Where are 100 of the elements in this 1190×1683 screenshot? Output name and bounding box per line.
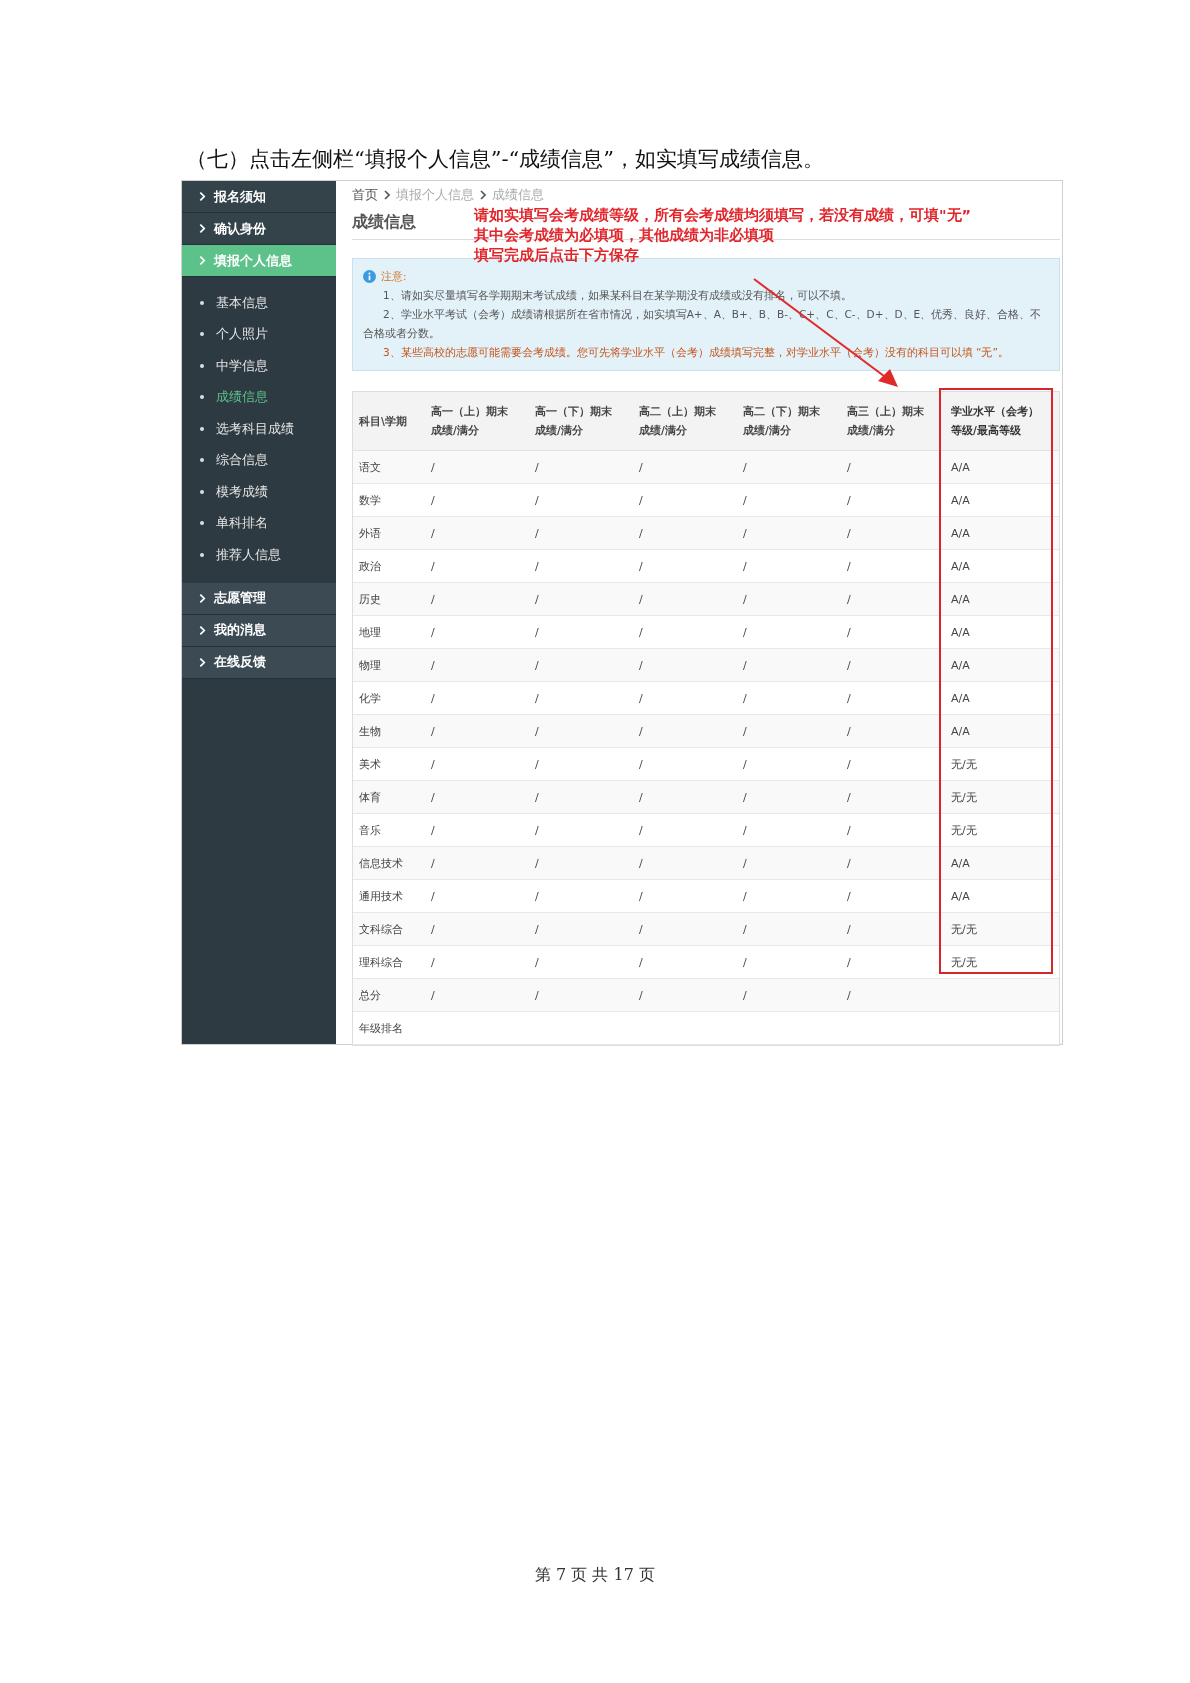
table-cell: / (431, 625, 435, 639)
breadcrumb-link[interactable]: 首页 (352, 186, 378, 204)
chevron-icon (199, 223, 206, 234)
table-cell: A/A (951, 691, 970, 705)
column-header: 高一（上）期末 成绩/满分 (431, 404, 508, 438)
table-cell: / (431, 790, 435, 804)
chevron-icon (384, 190, 390, 200)
table-cell: / (639, 658, 643, 672)
bullet-icon (200, 426, 204, 431)
table-cell: 生物 (359, 723, 381, 739)
table-cell: / (535, 559, 539, 573)
table-cell: / (535, 493, 539, 507)
sidebar-subitem[interactable]: 选考科目成绩 (182, 413, 336, 445)
chevron-icon (480, 190, 486, 200)
table-cell: / (847, 856, 851, 870)
table-cell: / (639, 724, 643, 738)
table-cell: / (847, 955, 851, 969)
table-cell: A/A (951, 889, 970, 903)
sidebar-item[interactable]: 确认身份 (182, 213, 336, 245)
bullet-icon (200, 489, 204, 494)
table-cell: / (743, 922, 747, 936)
table-cell: / (847, 559, 851, 573)
table-cell: A/A (951, 856, 970, 870)
table-cell: / (431, 526, 435, 540)
table-cell: 无/无 (951, 954, 977, 970)
sidebar-subitem[interactable]: 中学信息 (182, 350, 336, 382)
sidebar-subitem[interactable]: 模考成绩 (182, 476, 336, 508)
table-cell: / (743, 790, 747, 804)
table-cell: 总分 (359, 987, 381, 1003)
table-cell: 美术 (359, 756, 381, 772)
table-cell: / (535, 922, 539, 936)
table-cell: / (743, 823, 747, 837)
table-cell: / (639, 592, 643, 606)
table-cell: / (847, 526, 851, 540)
table-cell: A/A (951, 493, 970, 507)
bullet-icon (200, 395, 204, 400)
table-cell: 信息技术 (359, 855, 403, 871)
table-cell: / (535, 889, 539, 903)
table-cell: A/A (951, 625, 970, 639)
sidebar-subitem[interactable]: 单科排名 (182, 507, 336, 539)
table-cell: 地理 (359, 624, 381, 640)
table-cell: 数学 (359, 492, 381, 508)
page-number: 第 7 页 共 17 页 (534, 1565, 656, 1586)
table-cell: A/A (951, 658, 970, 672)
annotation-text: 请如实填写会考成绩等级，所有会考成绩均须填写，若没有成绩，可填"无” (474, 206, 972, 225)
table-cell: A/A (951, 724, 970, 738)
sidebar-item[interactable]: 在线反馈 (182, 646, 336, 679)
table-cell: / (431, 757, 435, 771)
chevron-icon (199, 656, 206, 668)
table-cell: / (847, 922, 851, 936)
table-cell: / (639, 460, 643, 474)
table-cell: / (535, 823, 539, 837)
table-cell: 无/无 (951, 756, 977, 772)
column-header: 科目\学期 (359, 413, 407, 429)
table-cell: / (639, 691, 643, 705)
table-cell: / (639, 922, 643, 936)
table-cell: / (431, 559, 435, 573)
sidebar-item[interactable]: 我的消息 (182, 614, 336, 647)
table-cell: 文科综合 (359, 921, 403, 937)
bullet-icon (200, 332, 204, 337)
table-cell: / (431, 823, 435, 837)
table-cell: / (431, 922, 435, 936)
table-cell: 历史 (359, 591, 381, 607)
column-header: 高三（上）期末 成绩/满分 (847, 404, 924, 438)
table-cell: 无/无 (951, 789, 977, 805)
bullet-icon (200, 521, 204, 526)
table-cell: 理科综合 (359, 954, 403, 970)
sidebar-item[interactable]: 志愿管理 (182, 582, 336, 615)
table-cell: / (639, 757, 643, 771)
table-cell: / (743, 592, 747, 606)
table-cell: 通用技术 (359, 888, 403, 904)
column-header: 高一（下）期末 成绩/满分 (535, 404, 612, 438)
table-cell: / (639, 823, 643, 837)
sidebar-subitem[interactable]: 基本信息 (182, 287, 336, 319)
table-cell: / (847, 790, 851, 804)
table-cell: / (743, 559, 747, 573)
table-cell: / (535, 592, 539, 606)
table-cell: / (639, 889, 643, 903)
table-cell: / (431, 493, 435, 507)
instruction-heading: （七）点击左侧栏“填报个人信息”-“成绩信息”，如实填写成绩信息。 (186, 146, 825, 173)
sidebar-subitem[interactable]: 个人照片 (182, 318, 336, 350)
table-cell: / (743, 625, 747, 639)
table-cell: / (743, 493, 747, 507)
sidebar-subitem[interactable]: 推荐人信息 (182, 539, 336, 571)
table-cell: / (639, 790, 643, 804)
table-cell: / (535, 790, 539, 804)
table-cell: / (535, 691, 539, 705)
column-header: 高二（上）期末 成绩/满分 (639, 404, 716, 438)
sidebar-item[interactable]: 报名须知 (182, 181, 336, 213)
table-cell: 无/无 (951, 921, 977, 937)
table-cell: 外语 (359, 525, 381, 541)
table-cell: / (743, 889, 747, 903)
table-cell: / (639, 493, 643, 507)
sidebar-subitem[interactable]: 综合信息 (182, 444, 336, 476)
info-icon (363, 270, 376, 283)
sidebar-subitem[interactable]: 成绩信息 (182, 381, 336, 413)
table-cell: 年级排名 (359, 1020, 403, 1036)
table-cell: / (431, 658, 435, 672)
table-cell: / (431, 691, 435, 705)
bullet-icon (200, 300, 204, 305)
